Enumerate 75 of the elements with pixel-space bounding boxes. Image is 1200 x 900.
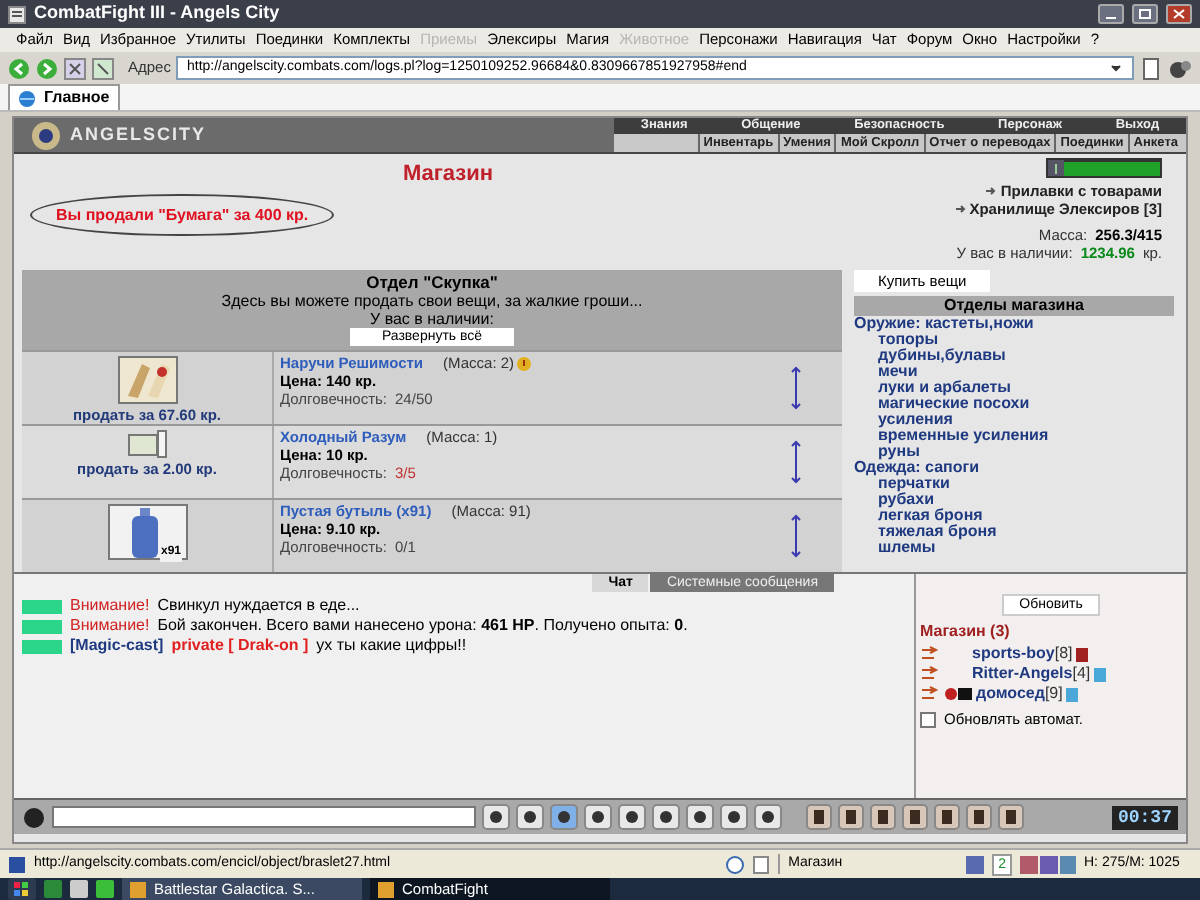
available-label: У вас в наличии:: [370, 310, 494, 328]
globe-icon: [18, 89, 36, 107]
arrow-icon: [955, 204, 966, 214]
scroll-icon: [127, 430, 167, 458]
user-name[interactable]: Ritter-Angels: [972, 664, 1073, 684]
private-message-icon[interactable]: [920, 686, 940, 702]
timestamp-marker: [22, 639, 62, 653]
department-title: Отдел "Скупка": [366, 272, 498, 292]
portrait-icon: [1048, 160, 1064, 176]
clock-icon: [726, 855, 745, 873]
user-name[interactable]: sports-boy: [972, 644, 1055, 664]
tab[interactable]: Главное: [8, 84, 120, 110]
window-minimize-icon[interactable]: [1098, 4, 1124, 24]
section-link[interactable]: рубахи: [854, 492, 1174, 508]
move-arrows-icon[interactable]: [790, 512, 802, 560]
page-icon: [8, 855, 26, 873]
page-icon: [752, 855, 771, 873]
app-icon: [8, 5, 26, 23]
user-name[interactable]: домосед: [976, 684, 1045, 704]
section-link[interactable]: шлемы: [854, 540, 1174, 556]
private-message-icon[interactable]: [920, 666, 940, 682]
section-link[interactable]: Одежда: сапоги: [854, 460, 1174, 476]
user-level: [9]: [1044, 684, 1063, 704]
move-arrows-icon[interactable]: [790, 364, 802, 412]
game-logo: ANGELSCITY: [70, 121, 207, 148]
window-title: CombatFight III - Angels City: [34, 0, 282, 27]
section-link[interactable]: Оружие: кастеты,ножи: [854, 316, 1174, 332]
head-icon[interactable]: [22, 805, 46, 829]
section-link[interactable]: топоры: [854, 332, 1174, 348]
start-icon[interactable]: [8, 878, 36, 900]
section-link[interactable]: руны: [854, 444, 1174, 460]
user-level: [8]: [1054, 644, 1073, 664]
section-link[interactable]: магические посохи: [854, 396, 1174, 412]
section-link[interactable]: дубины,булавы: [854, 348, 1174, 364]
warning-label: Внимание!: [70, 616, 150, 636]
section-link[interactable]: легкая броня: [854, 508, 1174, 524]
online-title: Магазин (3): [920, 620, 1012, 644]
chat-message: Свинкул нуждается в еде...: [157, 596, 360, 616]
user-level: [4]: [1072, 664, 1091, 684]
emblem-icon: [30, 119, 62, 151]
section-link[interactable]: мечи: [854, 364, 1174, 380]
effects-icon: [1020, 855, 1076, 873]
timestamp-marker: [22, 599, 62, 613]
section-link[interactable]: временные усиления: [854, 428, 1174, 444]
close-icon[interactable]: [1166, 4, 1192, 24]
chat-input-field[interactable]: [52, 806, 476, 828]
effects-icon: [966, 855, 985, 873]
bottle-icon: [107, 504, 187, 560]
window-icon: [378, 881, 394, 897]
sender-name[interactable]: [Magic-cast]: [70, 636, 164, 656]
move-arrows-icon[interactable]: [790, 438, 802, 486]
private-recipient[interactable]: private [ Drak-on ]: [171, 636, 309, 656]
chat-message: ух ты какие цифры!!: [316, 636, 467, 656]
bracers-icon: [117, 356, 177, 404]
dropdown-caret-icon[interactable]: [1108, 60, 1124, 76]
warning-label: Внимание!: [70, 596, 150, 616]
section-link[interactable]: тяжелая броня: [854, 524, 1174, 540]
sections-header: Отделы магазина: [854, 296, 1174, 316]
section-link[interactable]: усиления: [854, 412, 1174, 428]
chat-message: Бой закончен. Всего вами нанесено урона: 461 HP. Получено опыта: 0.: [157, 616, 688, 636]
stop-icon[interactable]: [64, 57, 86, 79]
arrow-icon: [986, 186, 997, 196]
clock: 00:37: [1111, 805, 1178, 829]
department-description: Здесь вы можете продать свои вещи, за жалкие гроши...: [221, 292, 643, 310]
window-maximize-icon[interactable]: [1132, 4, 1158, 24]
private-message-icon[interactable]: [920, 646, 940, 662]
section-link[interactable]: перчатки: [854, 476, 1174, 492]
checkbox[interactable]: [920, 711, 936, 728]
page-icon[interactable]: [1140, 57, 1162, 79]
timestamp-marker: [22, 619, 62, 633]
sold-notice: Вы продали "Бумага" за 400 кр.: [56, 205, 309, 223]
clan-emblem-icon: [944, 686, 972, 702]
section-link[interactable]: луки и арбалеты: [854, 380, 1174, 396]
page-title: Магазин: [400, 160, 496, 190]
window-icon: [130, 881, 146, 897]
